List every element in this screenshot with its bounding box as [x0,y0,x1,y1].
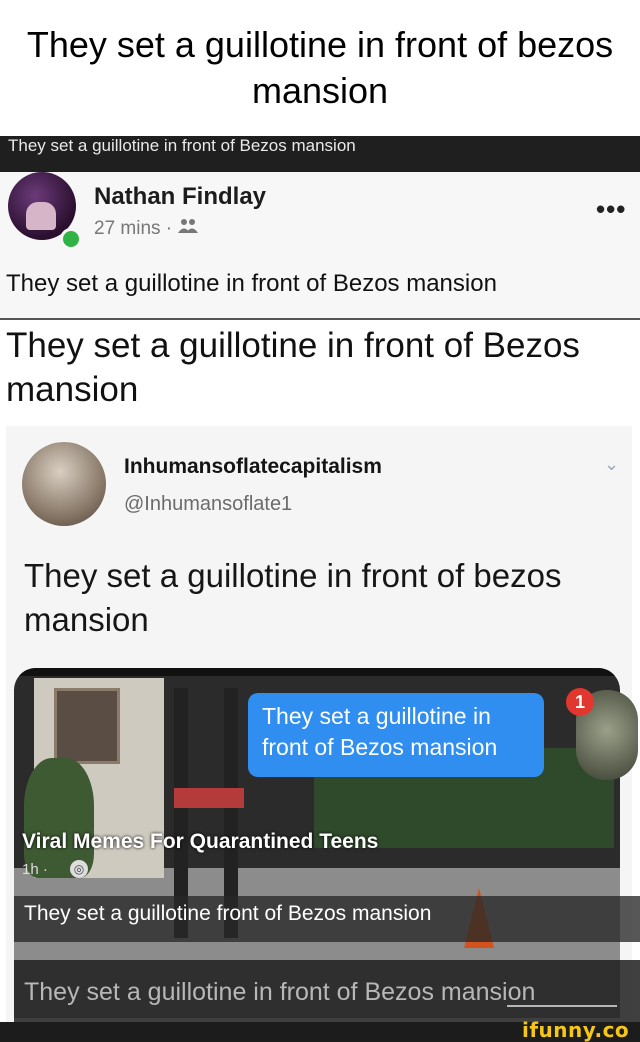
post-timestamp[interactable]: 27 mins · [94,218,172,240]
tweet-display-name[interactable]: Inhumansoflatecapitalism [124,455,382,479]
tweet-text: They set a guillotine in front of bezos … [24,557,562,638]
meme-title: They set a guillotine in front of bezos … [26,24,614,111]
divider [0,318,640,320]
group-post-time[interactable]: 1h · [22,861,48,878]
caption-underline [507,1005,617,1007]
more-options-icon[interactable]: ••• [596,194,626,225]
online-status-dot [60,228,82,250]
post-author-name[interactable]: Nathan Findlay [94,183,266,211]
tweet-handle[interactable]: @Inhumansoflate1 [124,493,292,516]
tweet-avatar[interactable] [22,442,106,526]
group-post-caption: They set a guillotine front of Bezos man… [24,902,432,925]
post-text: They set a guillotine in front of Bezos … [6,270,497,297]
chat-bubble-text: They set a guillotine in front of Bezos … [262,703,498,760]
screenshot-header-text: They set a guillotine in front of Bezos … [8,136,356,155]
bottom-caption: They set a guillotine in front of Bezos … [24,978,536,1006]
chevron-down-icon[interactable]: ⌄ [604,454,619,475]
globe-icon: ◎ [70,860,88,878]
watermark: ifunny.co [522,1018,630,1042]
group-name[interactable]: Viral Memes For Quarantined Teens [22,830,378,854]
large-caption: They set a guillotine in front of Bezos … [6,326,580,409]
notification-badge: 1 [566,688,594,716]
people-icon [178,218,198,239]
